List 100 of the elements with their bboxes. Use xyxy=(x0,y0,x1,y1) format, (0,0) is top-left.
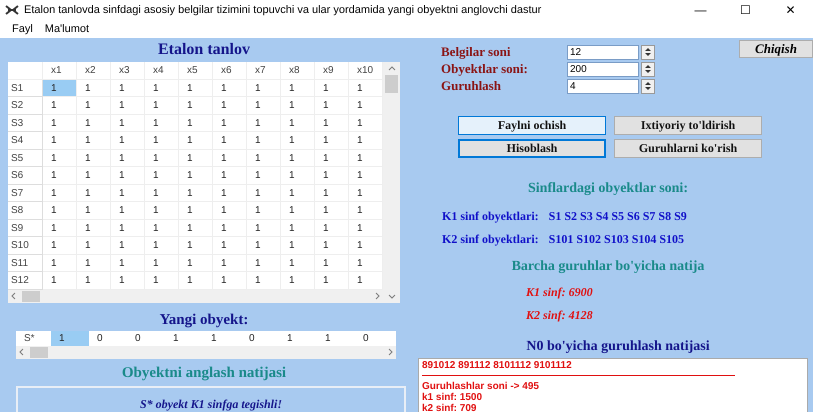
table-cell[interactable]: 1 xyxy=(43,150,77,167)
table-cell[interactable]: 1 xyxy=(349,220,383,237)
table-cell[interactable]: 1 xyxy=(213,97,247,114)
table-cell[interactable]: 1 xyxy=(77,114,111,132)
table-cell[interactable]: 1 xyxy=(315,132,349,150)
table-cell[interactable]: 1 xyxy=(213,114,247,132)
table-cell[interactable]: 1 xyxy=(51,330,89,346)
table-cell[interactable]: 1 xyxy=(349,114,383,132)
table-cell[interactable]: 1 xyxy=(111,237,145,254)
table-cell[interactable]: 1 xyxy=(111,202,145,220)
table-cell[interactable]: 1 xyxy=(145,272,179,290)
scroll-right-icon[interactable] xyxy=(375,292,380,300)
table-cell[interactable]: 1 xyxy=(213,184,247,202)
table-cell[interactable]: 1 xyxy=(179,202,213,220)
table-cell[interactable]: 1 xyxy=(281,167,315,184)
table-cell[interactable]: 1 xyxy=(213,272,247,290)
table-cell[interactable]: 1 xyxy=(179,184,213,202)
table-cell[interactable]: 1 xyxy=(247,237,281,254)
table-cell[interactable]: 1 xyxy=(77,132,111,150)
table-cell[interactable]: 1 xyxy=(111,167,145,184)
table-cell[interactable]: 1 xyxy=(111,114,145,132)
table-cell[interactable]: 1 xyxy=(111,150,145,167)
spinner-icon[interactable] xyxy=(641,78,655,94)
table-cell[interactable]: 1 xyxy=(43,132,77,150)
table-cell[interactable]: 1 xyxy=(179,132,213,150)
table-cell[interactable]: 1 xyxy=(213,150,247,167)
table-cell[interactable]: 1 xyxy=(281,132,315,150)
table-cell[interactable]: 1 xyxy=(179,97,213,114)
exit-button[interactable]: Chiqish xyxy=(739,40,813,58)
table-cell[interactable]: 1 xyxy=(247,167,281,184)
table-cell[interactable]: 1 xyxy=(281,237,315,254)
table-cell[interactable]: 1 xyxy=(43,80,77,97)
table-cell[interactable]: 1 xyxy=(247,184,281,202)
table-cell[interactable]: 1 xyxy=(247,254,281,272)
table-cell[interactable]: 1 xyxy=(315,97,349,114)
table-cell[interactable]: 1 xyxy=(315,167,349,184)
table-cell[interactable]: 1 xyxy=(179,80,213,97)
table-cell[interactable]: 1 xyxy=(179,254,213,272)
table-cell[interactable]: 1 xyxy=(179,114,213,132)
table-cell[interactable]: 1 xyxy=(247,202,281,220)
table-cell[interactable]: 1 xyxy=(315,150,349,167)
table-cell[interactable]: 1 xyxy=(281,220,315,237)
scroll-thumb[interactable] xyxy=(22,290,40,302)
table-cell[interactable]: 1 xyxy=(213,80,247,97)
table-cell[interactable]: 1 xyxy=(43,114,77,132)
table-cell[interactable]: 1 xyxy=(281,254,315,272)
scroll-thumb[interactable] xyxy=(385,75,398,93)
close-button[interactable]: ✕ xyxy=(768,1,813,19)
table-cell[interactable]: 1 xyxy=(213,167,247,184)
table-cell[interactable]: 1 xyxy=(247,150,281,167)
scroll-up-icon[interactable] xyxy=(388,66,396,71)
horizontal-scrollbar[interactable] xyxy=(16,346,396,358)
table-cell[interactable]: 1 xyxy=(43,167,77,184)
table-cell[interactable]: 1 xyxy=(349,254,383,272)
action-button[interactable]: Faylni ochish xyxy=(458,116,606,135)
table-cell[interactable]: 1 xyxy=(213,254,247,272)
table-cell[interactable]: 1 xyxy=(281,184,315,202)
table-cell[interactable]: 1 xyxy=(145,150,179,167)
table-cell[interactable]: 1 xyxy=(247,220,281,237)
row-header[interactable]: S* xyxy=(16,330,51,346)
table-cell[interactable]: 1 xyxy=(43,220,77,237)
table-cell[interactable]: 1 xyxy=(145,167,179,184)
table-cell[interactable]: 1 xyxy=(179,150,213,167)
table-cell[interactable]: 1 xyxy=(281,80,315,97)
table-cell[interactable]: 1 xyxy=(111,80,145,97)
table-cell[interactable]: 1 xyxy=(213,202,247,220)
table-cell[interactable]: 1 xyxy=(111,272,145,290)
scroll-left-icon[interactable] xyxy=(19,348,24,356)
horizontal-scrollbar[interactable] xyxy=(8,290,383,302)
table-cell[interactable]: 1 xyxy=(145,237,179,254)
table-cell[interactable]: 1 xyxy=(179,272,213,290)
table-cell[interactable]: 1 xyxy=(145,254,179,272)
table-cell[interactable]: 1 xyxy=(111,132,145,150)
table-cell[interactable]: 1 xyxy=(349,202,383,220)
table-cell[interactable]: 1 xyxy=(349,150,383,167)
scroll-right-icon[interactable] xyxy=(388,348,393,356)
table-cell[interactable]: 1 xyxy=(43,97,77,114)
table-cell[interactable]: 1 xyxy=(349,97,383,114)
table-cell[interactable]: 1 xyxy=(77,150,111,167)
table-cell[interactable]: 1 xyxy=(77,97,111,114)
table-cell[interactable]: 1 xyxy=(349,184,383,202)
table-cell[interactable]: 1 xyxy=(247,132,281,150)
table-cell[interactable]: 1 xyxy=(111,254,145,272)
minimize-button[interactable]: — xyxy=(678,1,723,19)
table-cell[interactable]: 1 xyxy=(315,80,349,97)
table-cell[interactable]: 1 xyxy=(145,220,179,237)
spinner-icon[interactable] xyxy=(641,44,655,60)
table-cell[interactable]: 1 xyxy=(349,132,383,150)
table-cell[interactable]: 1 xyxy=(213,132,247,150)
vertical-scrollbar[interactable] xyxy=(383,62,400,302)
table-cell[interactable]: 1 xyxy=(247,80,281,97)
table-cell[interactable]: 1 xyxy=(77,254,111,272)
action-button[interactable]: Hisoblash xyxy=(458,139,606,158)
action-button[interactable]: Ixtiyoriy to'ldirish xyxy=(614,116,762,135)
table-cell[interactable]: 1 xyxy=(213,220,247,237)
table-cell[interactable]: 1 xyxy=(145,132,179,150)
table-cell[interactable]: 1 xyxy=(111,184,145,202)
table-cell[interactable]: 1 xyxy=(247,114,281,132)
menu-item[interactable]: Ma'lumot xyxy=(44,20,90,38)
table-cell[interactable]: 1 xyxy=(315,202,349,220)
